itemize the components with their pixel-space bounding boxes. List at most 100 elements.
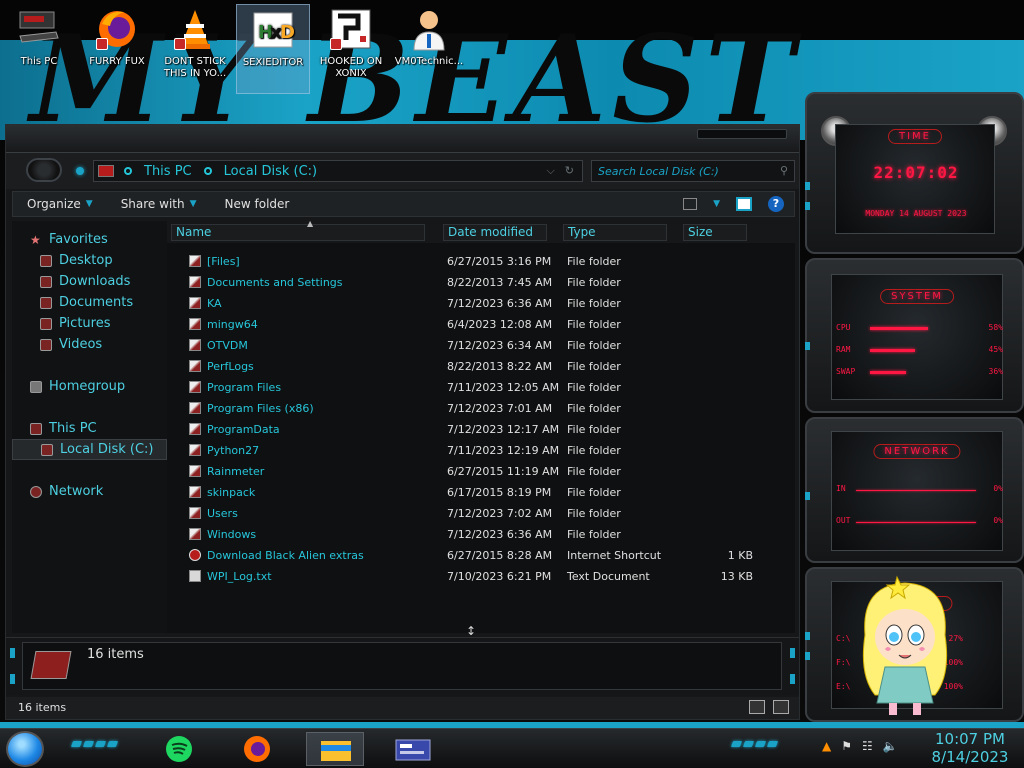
- taskbar-control-panel-button[interactable]: [384, 732, 442, 766]
- nav-homegroup[interactable]: Homegroup: [12, 376, 167, 397]
- file-row[interactable]: Program Files (x86) 7/12/2023 7:01 AM File…: [167, 398, 795, 419]
- network-graph-line: [856, 522, 976, 523]
- desktop-icon-furry-fux[interactable]: FURRY FUX: [80, 4, 154, 94]
- desktop-icon-vm0technic[interactable]: VM0Technic...: [392, 4, 466, 94]
- meter-label: CPU: [836, 323, 851, 332]
- file-row[interactable]: Documents and Settings 8/22/2013 7:45 AM F…: [167, 272, 795, 293]
- file-row[interactable]: Windows 7/12/2023 6:36 AM File folder: [167, 524, 795, 545]
- nav-pictures[interactable]: Pictures: [12, 313, 167, 334]
- column-header-name[interactable]: Name: [171, 224, 425, 241]
- nav-favorites[interactable]: ★ Favorites: [12, 229, 167, 250]
- frame-light: [10, 674, 15, 684]
- nav-desktop[interactable]: Desktop: [12, 250, 167, 271]
- file-row[interactable]: PerfLogs 8/22/2013 8:22 AM File folder: [167, 356, 795, 377]
- network-meter-row: IN 0%: [836, 484, 1003, 496]
- desktop-icon-sexieditor[interactable]: HxD SEXIEDITOR: [236, 4, 310, 94]
- start-button[interactable]: [6, 731, 44, 767]
- nav-network[interactable]: Network: [12, 481, 167, 502]
- system-gadget[interactable]: SYSTEM CPU 58% RAM 45% SWAP 36%: [805, 258, 1024, 413]
- file-type: File folder: [567, 423, 621, 436]
- address-dropdown-icon[interactable]: ⌵: [546, 164, 554, 178]
- window-top-frame[interactable]: [6, 125, 799, 153]
- file-row[interactable]: Program Files 7/11/2023 12:05 AM File fold…: [167, 377, 795, 398]
- file-type: File folder: [567, 297, 621, 310]
- time-gadget[interactable]: TIME 22:07:02 MONDAY 14 AUGUST 2023: [805, 92, 1024, 254]
- folder-icon: [189, 423, 201, 435]
- file-row[interactable]: OTVDM 7/12/2023 6:34 AM File folder: [167, 335, 795, 356]
- back-button[interactable]: [26, 158, 62, 182]
- nav-this-pc[interactable]: This PC: [12, 418, 167, 439]
- taskbar: ▲ ⚑ ☷ 🔈 10:07 PM 8/14/2023: [0, 728, 1024, 768]
- file-size: 13 KB: [720, 570, 753, 583]
- taskbar-spotify-button[interactable]: [152, 732, 210, 766]
- breadcrumb-this-pc[interactable]: This PC: [144, 164, 192, 179]
- large-icons-view-icon[interactable]: [773, 700, 789, 714]
- breadcrumb-local-disk[interactable]: Local Disk (C:): [224, 164, 317, 179]
- file-type: File folder: [567, 486, 621, 499]
- desktop-icon-xonix[interactable]: HOOKED ON XONIX: [314, 4, 388, 94]
- meter-label: C:\: [836, 634, 851, 643]
- breadcrumb-separator-icon[interactable]: [124, 167, 132, 175]
- resize-handle-icon[interactable]: ↕: [466, 624, 476, 638]
- volume-icon[interactable]: 🔈: [883, 739, 898, 753]
- this-pc-group: This PC Local Disk (C:): [12, 418, 167, 460]
- network-icon[interactable]: ☷: [862, 739, 873, 753]
- organize-button[interactable]: Organize ▼: [13, 197, 107, 211]
- taskbar-clock[interactable]: 10:07 PM 8/14/2023: [930, 730, 1010, 766]
- nav-downloads[interactable]: Downloads: [12, 271, 167, 292]
- chevron-down-icon: ▼: [85, 199, 93, 209]
- file-row[interactable]: mingw64 6/4/2023 12:08 AM File folder: [167, 314, 795, 335]
- file-date: 7/12/2023 7:02 AM: [447, 507, 553, 520]
- column-header-date[interactable]: Date modified: [443, 224, 547, 241]
- file-row[interactable]: Rainmeter 6/27/2015 11:19 AM File folder: [167, 461, 795, 482]
- file-row[interactable]: Users 7/12/2023 7:02 AM File folder: [167, 503, 795, 524]
- desktop-icon-vlc[interactable]: DONT STICK THIS IN YO...: [158, 4, 232, 94]
- file-row[interactable]: WPI_Log.txt 7/10/2023 6:21 PM Text Documen…: [167, 566, 795, 587]
- nav-documents[interactable]: Documents: [12, 292, 167, 313]
- help-icon[interactable]: ?: [768, 196, 784, 212]
- refresh-icon[interactable]: ↻: [565, 164, 574, 178]
- forward-button[interactable]: [76, 167, 84, 175]
- file-row[interactable]: [Files] 6/27/2015 3:16 PM File folder: [167, 251, 795, 272]
- file-row[interactable]: Download Black Alien extras 6/27/2015 8:2…: [167, 545, 795, 566]
- file-name: WPI_Log.txt: [207, 570, 272, 583]
- column-header-type[interactable]: Type: [563, 224, 667, 241]
- new-folder-button[interactable]: New folder: [211, 197, 304, 211]
- details-view-icon[interactable]: [749, 700, 765, 714]
- file-type: File folder: [567, 360, 621, 373]
- file-name: Windows: [207, 528, 257, 541]
- file-row[interactable]: KA 7/12/2023 6:36 AM File folder: [167, 293, 795, 314]
- tray-app-icon[interactable]: ▲: [822, 739, 831, 753]
- column-header-size[interactable]: Size: [683, 224, 747, 241]
- search-icon[interactable]: ⚲: [780, 164, 788, 177]
- desktop-icon-this-pc[interactable]: This PC: [2, 4, 76, 94]
- share-with-button[interactable]: Share with ▼: [107, 197, 211, 211]
- desktop-icon-label: DONT STICK THIS IN YO...: [163, 56, 227, 79]
- preview-pane-icon[interactable]: [736, 197, 752, 211]
- file-name: skinpack: [207, 486, 256, 499]
- nav-label: Desktop: [59, 253, 113, 268]
- network-gadget[interactable]: NETWORK IN 0% OUT 0%: [805, 417, 1024, 563]
- file-row[interactable]: skinpack 6/17/2015 8:19 PM File folder: [167, 482, 795, 503]
- file-type: File folder: [567, 402, 621, 415]
- breadcrumb-separator-icon[interactable]: [203, 167, 212, 175]
- file-row[interactable]: Python27 7/11/2023 12:19 AM File folder: [167, 440, 795, 461]
- change-view-icon[interactable]: [683, 198, 698, 210]
- nav-videos[interactable]: Videos: [12, 334, 167, 355]
- search-input[interactable]: Search Local Disk (C:) ⚲: [591, 160, 795, 182]
- details-pane: ↕ 16 items: [6, 624, 799, 695]
- shortcut-overlay-icon: [174, 38, 186, 50]
- nav-label: Homegroup: [49, 379, 126, 394]
- taskbar-file-explorer-button[interactable]: [306, 732, 364, 766]
- chevron-down-icon[interactable]: ▼: [713, 199, 720, 209]
- meter-label: OUT: [836, 516, 851, 525]
- this-pc-icon: [16, 6, 62, 52]
- action-center-flag-icon[interactable]: ⚑: [841, 739, 852, 753]
- nav-local-disk[interactable]: Local Disk (C:): [12, 439, 167, 460]
- taskbar-firefox-button[interactable]: [228, 732, 286, 766]
- gadget-clock-time: 22:07:02: [873, 163, 959, 182]
- folder-icon: [189, 339, 201, 351]
- file-date: 7/12/2023 6:36 AM: [447, 297, 553, 310]
- address-bar[interactable]: This PC Local Disk (C:) ⌵ ↻: [93, 160, 583, 182]
- file-row[interactable]: ProgramData 7/12/2023 12:17 AM File folder: [167, 419, 795, 440]
